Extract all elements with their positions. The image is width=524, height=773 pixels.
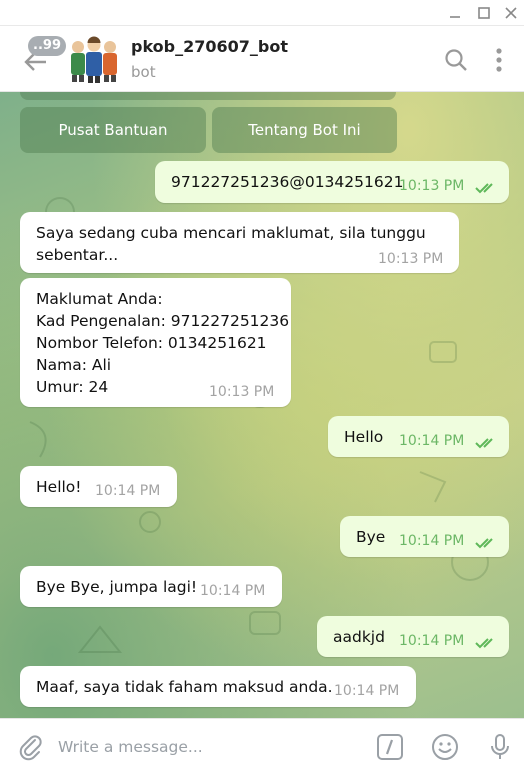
bot-status: bot: [131, 63, 156, 81]
message-time: 10:14 PM: [334, 683, 400, 699]
message-text: aadkjd: [333, 628, 385, 646]
more-vertical-icon[interactable]: [487, 46, 515, 74]
bot-command-icon[interactable]: [376, 733, 404, 761]
message-time: 10:13 PM: [209, 384, 275, 400]
message-input[interactable]: [58, 733, 358, 761]
message-bubble-incoming[interactable]: Hello! 10:14 PM: [20, 466, 177, 507]
message-bubble-outgoing[interactable]: aadkjd 10:14 PM: [317, 616, 509, 657]
maximize-icon[interactable]: [473, 2, 495, 24]
message-bubble-incoming[interactable]: Maklumat Anda: Kad Pengenalan: 971227251…: [20, 278, 291, 407]
bot-name[interactable]: pkob_270607_bot: [131, 37, 288, 56]
message-text: Bye Bye, jumpa lagi!: [36, 578, 198, 596]
message-bubble-incoming[interactable]: Saya sedang cuba mencari maklumat, sila …: [20, 212, 459, 273]
message-bubble-incoming[interactable]: Bye Bye, jumpa lagi! 10:14 PM: [20, 566, 282, 607]
read-ticks-icon: [475, 638, 493, 649]
close-icon[interactable]: [500, 2, 522, 24]
microphone-icon[interactable]: [486, 733, 514, 761]
message-time: 10:14 PM: [399, 633, 465, 649]
message-bubble-outgoing[interactable]: Hello 10:14 PM: [328, 416, 509, 457]
paperclip-icon[interactable]: [17, 733, 45, 761]
message-time: 10:14 PM: [399, 533, 465, 549]
bot-avatar[interactable]: [66, 35, 122, 83]
message-time: 10:14 PM: [95, 483, 161, 499]
message-bubble-incoming[interactable]: Maaf, saya tidak faham maksud anda. 10:1…: [20, 666, 416, 707]
message-text: Maklumat Anda: Kad Pengenalan: 971227251…: [36, 290, 290, 396]
chat-area[interactable]: Pusat Bantuan Tentang Bot Ini 9712272512…: [0, 92, 524, 718]
message-text: Saya sedang cuba mencari maklumat, sila …: [36, 224, 426, 264]
message-composer: [0, 718, 524, 773]
chat-header: ..99 pkob_270607_bot bot: [0, 26, 524, 92]
window-titlebar: [0, 0, 524, 26]
unread-badge: ..99: [28, 36, 66, 56]
message-bubble-outgoing[interactable]: Bye 10:14 PM: [340, 516, 509, 557]
message-text: Maaf, saya tidak faham maksud anda.: [36, 678, 333, 696]
read-ticks-icon: [475, 438, 493, 449]
keyboard-previous-row: [20, 92, 396, 100]
message-text: Hello!: [36, 478, 82, 496]
message-time: 10:14 PM: [399, 433, 465, 449]
read-ticks-icon: [475, 183, 493, 194]
message-time: 10:14 PM: [200, 583, 266, 599]
keyboard-button-tentang-bot[interactable]: Tentang Bot Ini: [212, 107, 397, 153]
message-text: 971227251236@0134251621: [171, 173, 404, 191]
search-icon[interactable]: [442, 46, 470, 74]
message-time: 10:13 PM: [399, 178, 465, 194]
emoji-icon[interactable]: [431, 733, 459, 761]
message-bubble-outgoing[interactable]: 971227251236@0134251621 10:13 PM: [155, 161, 509, 203]
message-text: Bye: [356, 528, 386, 546]
minimize-icon[interactable]: [444, 2, 466, 24]
message-text: Hello: [344, 428, 384, 446]
read-ticks-icon: [475, 538, 493, 549]
message-time: 10:13 PM: [378, 251, 444, 267]
keyboard-button-pusat-bantuan[interactable]: Pusat Bantuan: [20, 107, 206, 153]
